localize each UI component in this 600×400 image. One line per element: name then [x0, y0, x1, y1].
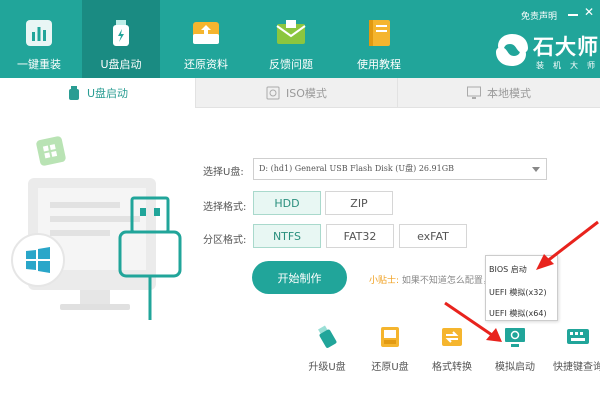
tab-usb-boot[interactable]: U盘启动	[0, 78, 195, 108]
chevron-down-icon	[532, 167, 540, 172]
tab-iso-mode[interactable]: ISO模式	[195, 78, 397, 108]
tool-label: 快捷键查询	[553, 362, 600, 373]
simulate-boot-menu: BIOS 启动 UEFI 模拟(x32) UEFI 模拟(x64)	[485, 255, 558, 321]
mode-tabs: U盘启动 ISO模式 本地模式	[0, 78, 600, 108]
nav-item-label: 使用教程	[357, 58, 401, 71]
tool-format-convert[interactable]: 格式转换	[417, 325, 487, 375]
nav-item-tutorial[interactable]: 使用教程	[340, 0, 418, 78]
nav-item-label: 还原资料	[184, 58, 228, 71]
disc-icon	[266, 86, 280, 100]
partition-option-fat32[interactable]: FAT32	[326, 224, 394, 248]
simulate-boot-icon	[503, 325, 527, 349]
nav-item-feedback[interactable]: 反馈问题	[252, 0, 330, 78]
usb-upgrade-icon	[315, 325, 339, 349]
tool-upgrade-usb[interactable]: 升级U盘	[292, 325, 362, 375]
tool-label: 升级U盘	[308, 362, 346, 373]
book-icon	[364, 18, 394, 48]
option-label: NTFS	[272, 229, 302, 243]
nav-item-label: 一键重装	[17, 58, 61, 71]
disclaimer-link[interactable]: 免责声明	[521, 9, 557, 22]
usb-restore-icon	[378, 325, 402, 349]
nav-item-usb-boot[interactable]: U盘启动	[82, 0, 160, 78]
nav-item-label: 反馈问题	[269, 58, 313, 71]
bar-chart-icon	[24, 18, 54, 48]
top-toolbar: 一键重装 U盘启动 还原资料 反馈问题 使用教程 免责声明 ✕ 石大师 装机大师	[0, 0, 600, 78]
brand-subtitle: 装机大师	[536, 61, 600, 70]
format-option-zip[interactable]: ZIP	[325, 191, 393, 215]
tool-restore-usb[interactable]: 还原U盘	[355, 325, 425, 375]
usb-disk-value: D: (hd1) General USB Flash Disk (U盘) 26.…	[259, 164, 454, 173]
option-label: ZIP	[350, 196, 368, 210]
monitor-icon	[467, 86, 481, 100]
usb-disk-select[interactable]: D: (hd1) General USB Flash Disk (U盘) 26.…	[253, 158, 547, 180]
tool-label: 模拟启动	[495, 362, 535, 373]
option-label: HDD	[274, 196, 300, 210]
partition-label: 分区格式:	[203, 235, 247, 246]
keyboard-icon	[566, 325, 590, 349]
tool-simulate-boot[interactable]: 模拟启动	[480, 325, 550, 375]
brand-logo-icon	[494, 32, 530, 68]
tab-label: 本地模式	[487, 86, 531, 100]
format-label: 选择格式:	[203, 202, 247, 213]
nav-item-one-click-reinstall[interactable]: 一键重装	[0, 0, 78, 78]
format-option-hdd[interactable]: HDD	[253, 191, 321, 215]
partition-option-exfat[interactable]: exFAT	[399, 224, 467, 248]
partition-option-ntfs[interactable]: NTFS	[253, 224, 321, 248]
usb-illustration	[0, 130, 200, 330]
nav-item-restore-data[interactable]: 还原资料	[167, 0, 245, 78]
nav-item-label: U盘启动	[100, 58, 142, 71]
usb-icon	[106, 18, 136, 48]
close-button[interactable]: ✕	[584, 6, 596, 18]
tool-label: 格式转换	[432, 362, 472, 373]
minimize-button[interactable]	[567, 8, 579, 20]
tab-label: ISO模式	[286, 86, 327, 100]
usb-icon	[67, 86, 81, 100]
menu-item-uefi-x32[interactable]: UEFI 模拟(x32)	[489, 287, 547, 298]
disk-select-label: 选择U盘:	[203, 167, 244, 178]
menu-item-uefi-x64[interactable]: UEFI 模拟(x64)	[489, 308, 547, 319]
tool-hotkey-query[interactable]: 快捷键查询	[543, 325, 600, 375]
brand-name: 石大师	[533, 34, 599, 59]
tab-label: U盘启动	[86, 87, 129, 100]
tip-key: 小贴士:	[369, 276, 400, 286]
envelope-icon	[276, 18, 306, 48]
start-make-button[interactable]: 开始制作	[252, 261, 347, 294]
menu-item-bios-boot[interactable]: BIOS 启动	[489, 264, 527, 275]
convert-icon	[440, 325, 464, 349]
option-label: FAT32	[343, 229, 377, 243]
option-label: exFAT	[417, 229, 449, 243]
restore-icon	[191, 18, 221, 48]
tool-label: 还原U盘	[371, 362, 409, 373]
tab-local-mode[interactable]: 本地模式	[397, 78, 600, 108]
